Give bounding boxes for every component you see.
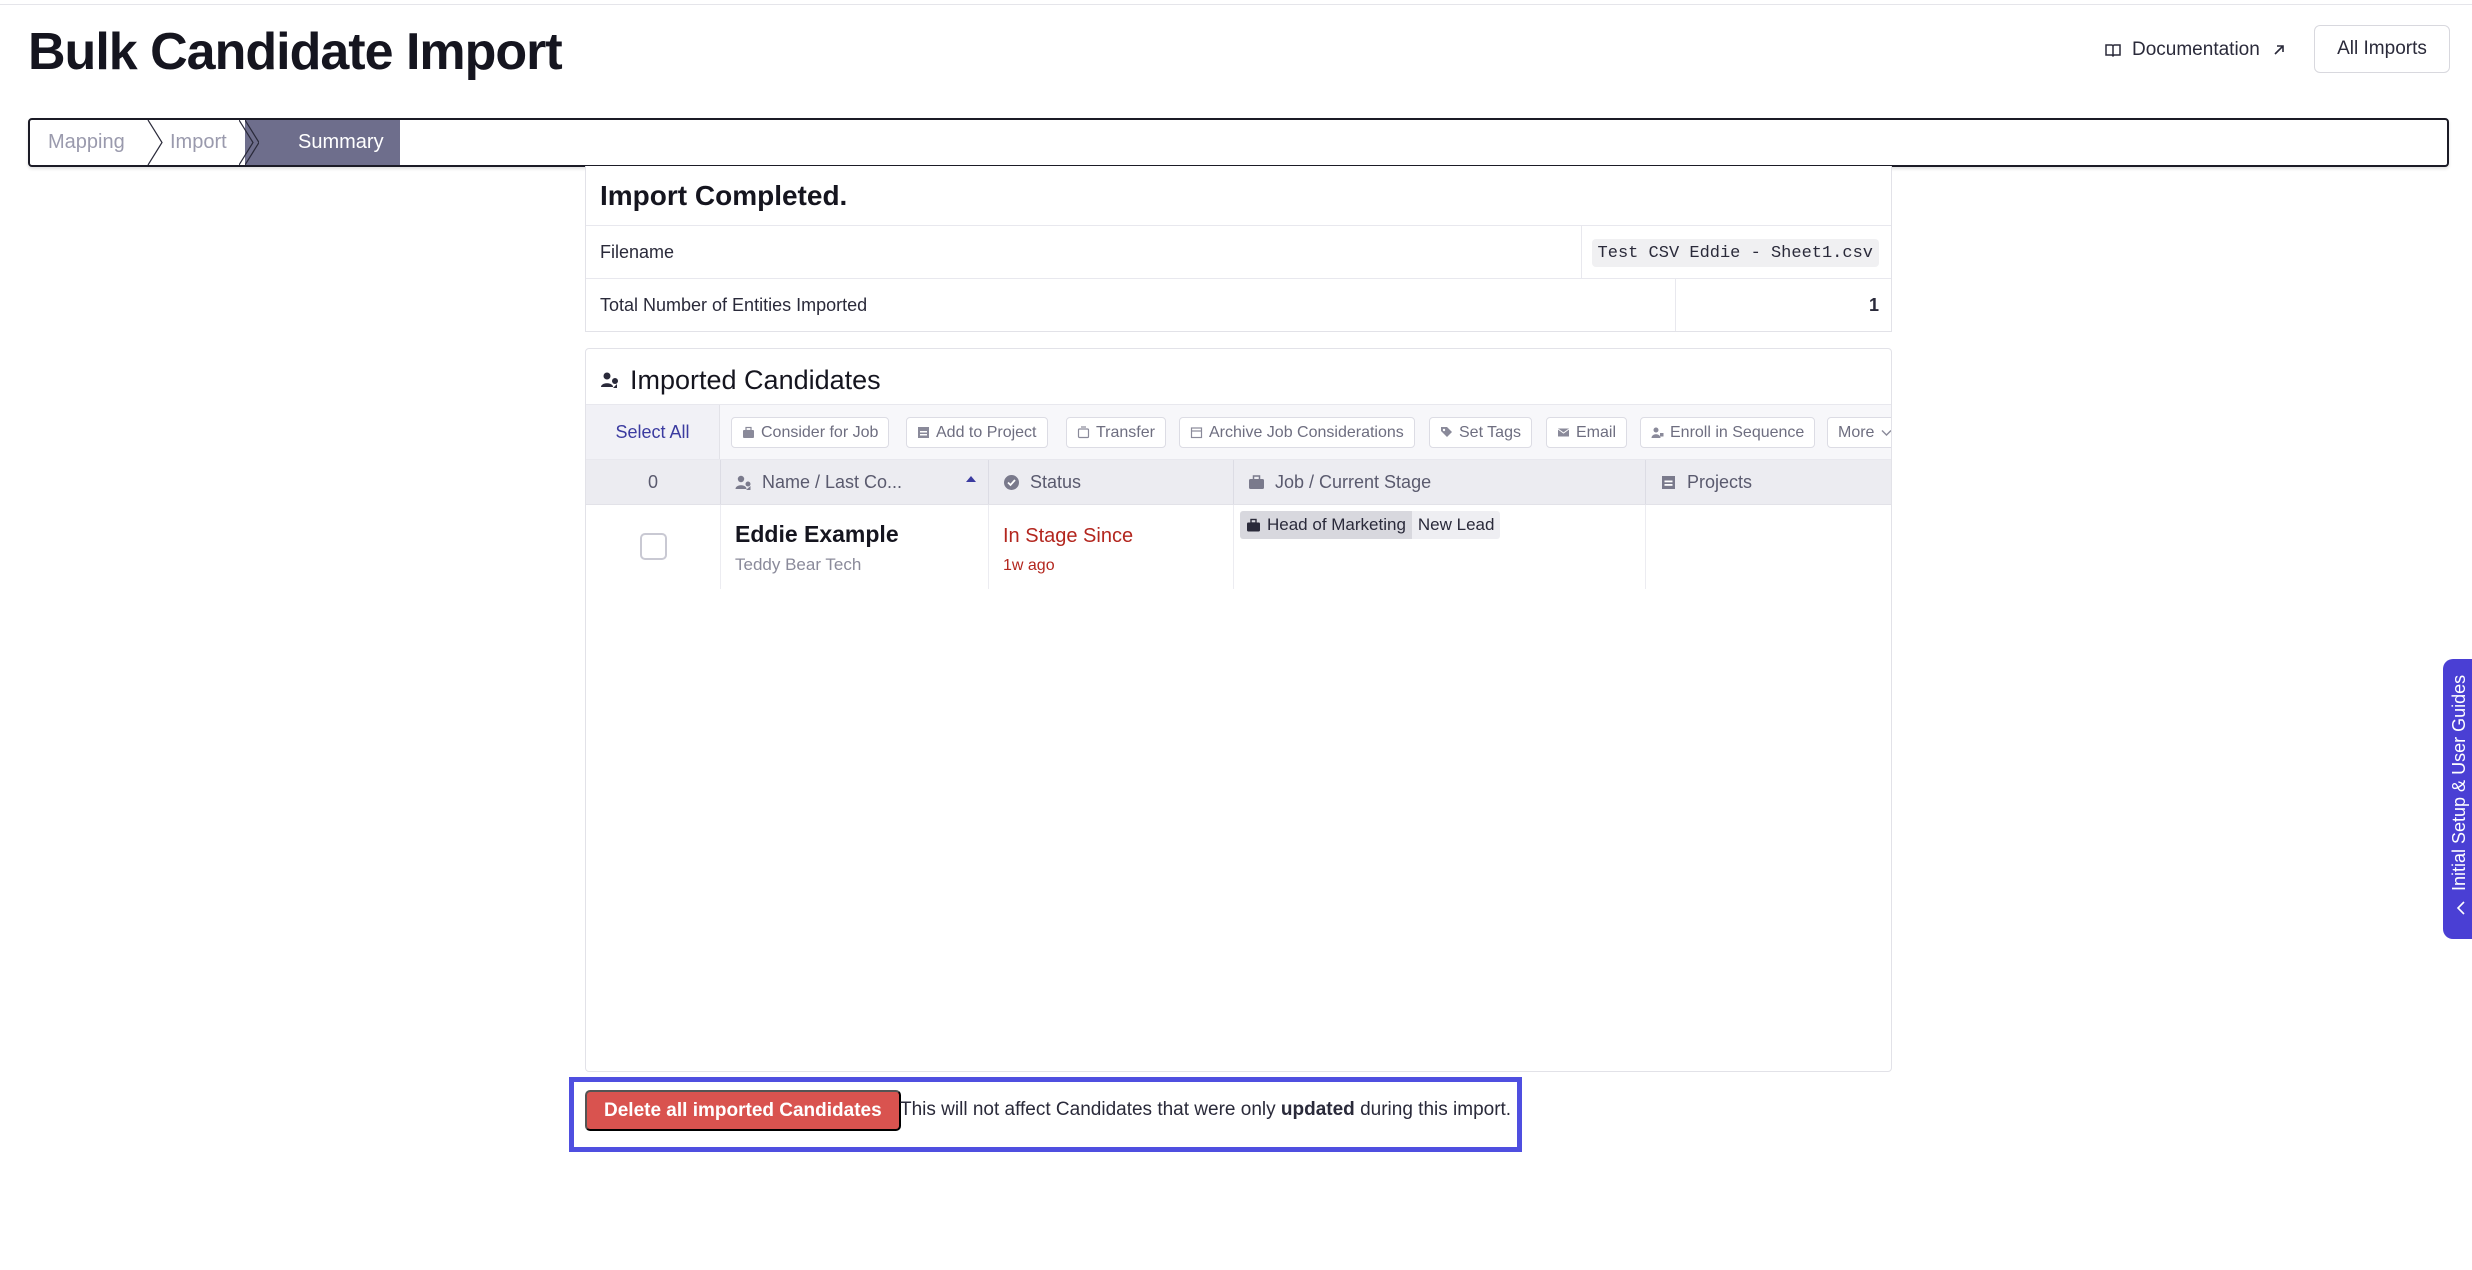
table-row[interactable]: Eddie Example Teddy Bear Tech In Stage S… <box>586 505 1891 589</box>
total-imported-value: 1 <box>1868 295 1879 315</box>
email-button[interactable]: Email <box>1546 417 1628 448</box>
users-icon <box>601 372 618 388</box>
briefcase-icon <box>1247 518 1260 531</box>
transfer-label: Transfer <box>1096 423 1155 441</box>
setup-guides-tab[interactable]: Initial Setup & User Guides <box>2443 659 2472 939</box>
more-label: More <box>1838 423 1875 441</box>
column-projects[interactable]: Projects <box>1645 460 1891 504</box>
user-icon <box>735 475 751 490</box>
set-tags-button[interactable]: Set Tags <box>1429 417 1532 448</box>
selected-count: 0 <box>647 471 658 492</box>
project-icon <box>918 427 929 438</box>
consider-for-job-label: Consider for Job <box>761 423 879 441</box>
filename-value: Test CSV Eddie - Sheet1.csv <box>1591 239 1879 267</box>
transfer-button[interactable]: Transfer <box>1066 417 1166 448</box>
archive-job-considerations-button[interactable]: Archive Job Considerations <box>1179 417 1415 448</box>
bulk-actions-toolbar: Select All Consider for Job Add to Proje… <box>586 404 1891 460</box>
check-circle-icon <box>1004 474 1019 490</box>
current-stage: New Lead <box>1411 511 1501 539</box>
archive-job-considerations-label: Archive Job Considerations <box>1209 423 1404 441</box>
book-icon <box>2105 44 2121 58</box>
sequence-icon <box>1651 427 1664 438</box>
delete-note: This will not affect Candidates that wer… <box>900 1099 1511 1121</box>
column-name[interactable]: Name / Last Co... <box>720 460 988 504</box>
delete-note-bold: updated <box>1280 1099 1355 1120</box>
summary-title: Import Completed. <box>600 180 848 211</box>
tag-icon <box>1441 427 1452 437</box>
set-tags-label: Set Tags <box>1459 423 1521 441</box>
import-stepper: Mapping Import Summary <box>28 118 2449 167</box>
candidates-title: Imported Candidates <box>630 364 881 395</box>
name-cell: Eddie Example Teddy Bear Tech <box>720 505 988 589</box>
project-icon <box>1662 475 1675 489</box>
add-to-project-button[interactable]: Add to Project <box>906 417 1048 448</box>
job-name-tag: Head of Marketing <box>1240 511 1412 539</box>
column-job[interactable]: Job / Current Stage <box>1233 460 1645 504</box>
candidate-company: Teddy Bear Tech <box>735 555 862 574</box>
enroll-in-sequence-button[interactable]: Enroll in Sequence <box>1640 417 1816 448</box>
step-mapping[interactable]: Mapping <box>48 120 125 165</box>
step-separator <box>147 120 163 165</box>
external-link-icon <box>2274 45 2284 55</box>
candidate-status-time: 1w ago <box>1003 557 1055 574</box>
chevron-left-icon <box>2456 901 2465 915</box>
delete-imported-section: Delete all imported Candidates This will… <box>569 1077 1522 1152</box>
documentation-label: Documentation <box>2132 39 2260 60</box>
summary-row-filename: Filename Test CSV Eddie - Sheet1.csv <box>586 225 1891 278</box>
job-cell: Head of Marketing New Lead <box>1233 505 1645 589</box>
summary-label: Filename <box>600 242 675 262</box>
row-select-cell <box>586 505 720 589</box>
transfer-icon <box>1077 426 1090 439</box>
row-checkbox[interactable] <box>640 533 667 560</box>
table-header: 0 Name / Last Co... Status Job / Current… <box>586 460 1891 505</box>
column-job-label: Job / Current Stage <box>1275 471 1432 492</box>
column-projects-label: Projects <box>1687 471 1753 492</box>
summary-value-cell: 1 <box>1675 279 1891 331</box>
page-title: Bulk Candidate Import <box>28 23 563 81</box>
candidate-status: In Stage Since <box>1003 525 1134 547</box>
chevron-down-icon <box>1881 430 1891 436</box>
more-actions-button[interactable]: More <box>1827 417 1891 448</box>
imported-candidates-card: Imported Candidates Select All Consider … <box>585 348 1892 1072</box>
job-name: Head of Marketing <box>1267 515 1406 534</box>
documentation-link[interactable]: Documentation <box>2104 36 2288 64</box>
column-name-label: Name / Last Co... <box>762 471 903 492</box>
import-summary-card: Import Completed. Filename Test CSV Eddi… <box>585 166 1892 332</box>
sort-ascending-icon[interactable] <box>966 476 976 482</box>
consider-for-job-button[interactable]: Consider for Job <box>731 417 890 448</box>
column-status-label: Status <box>1030 471 1082 492</box>
summary-value-cell: Test CSV Eddie - Sheet1.csv <box>1581 226 1891 278</box>
setup-guides-label: Initial Setup & User Guides <box>2449 674 2469 891</box>
top-border <box>0 0 2472 5</box>
all-imports-button[interactable]: All Imports <box>2314 25 2450 73</box>
archive-icon <box>1190 427 1203 439</box>
select-all-button[interactable]: Select All <box>586 405 720 459</box>
candidate-name[interactable]: Eddie Example <box>735 521 899 548</box>
job-stage-chip[interactable]: Head of Marketing New Lead <box>1240 511 1501 539</box>
delete-note-suffix: during this import. <box>1360 1099 1512 1120</box>
briefcase-icon <box>1249 474 1264 489</box>
summary-row-total: Total Number of Entities Imported 1 <box>586 278 1891 331</box>
summary-label: Total Number of Entities Imported <box>600 295 868 315</box>
delete-all-imported-button[interactable]: Delete all imported Candidates <box>585 1090 901 1131</box>
email-label: Email <box>1576 423 1617 441</box>
enroll-in-sequence-label: Enroll in Sequence <box>1670 423 1805 441</box>
status-cell: In Stage Since 1w ago <box>988 505 1233 589</box>
delete-note-prefix: This will not affect Candidates that wer… <box>900 1099 1276 1120</box>
envelope-icon <box>1557 428 1570 437</box>
projects-cell <box>1645 505 1891 589</box>
candidates-header: Imported Candidates <box>600 363 881 397</box>
step-import[interactable]: Import <box>170 120 227 165</box>
column-status[interactable]: Status <box>988 460 1233 504</box>
add-to-project-label: Add to Project <box>936 423 1037 441</box>
briefcase-icon <box>743 426 754 438</box>
step-summary[interactable]: Summary <box>245 120 400 165</box>
step-separator <box>239 120 259 165</box>
